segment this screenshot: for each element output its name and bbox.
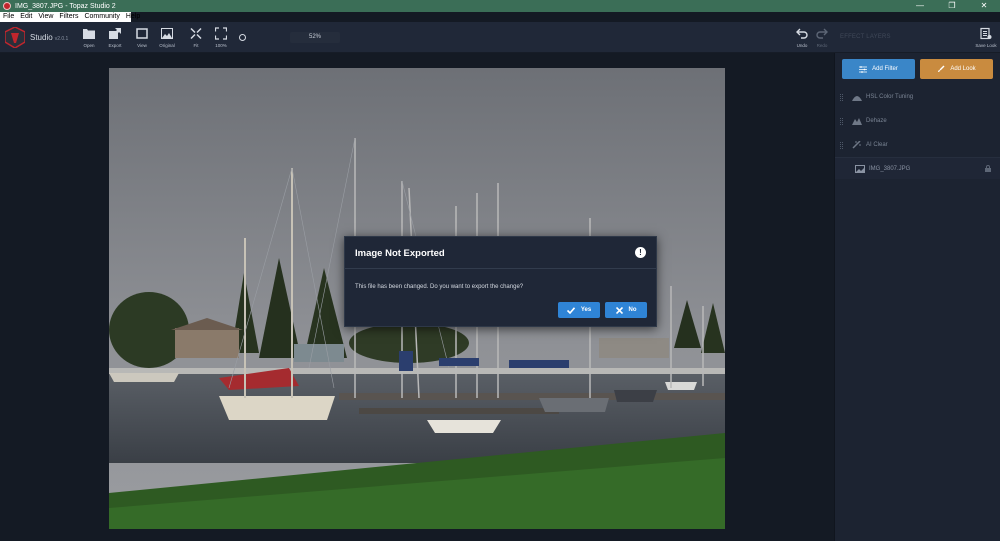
add-look-label: Add Look bbox=[950, 66, 976, 72]
window-controls: — ❐ ✕ bbox=[904, 0, 1000, 12]
close-icon bbox=[615, 306, 623, 314]
menu-bar: File Edit View Filters Community Help bbox=[0, 12, 140, 22]
export-confirm-dialog: Image Not Exported ! This file has been … bbox=[344, 236, 657, 327]
brush-icon bbox=[938, 65, 945, 72]
menu-filters[interactable]: Filters bbox=[56, 12, 81, 22]
original-image-icon bbox=[161, 28, 173, 39]
drag-handle-icon[interactable] bbox=[840, 141, 843, 149]
checkmark-icon bbox=[566, 306, 575, 314]
menu-view[interactable]: View bbox=[35, 12, 56, 22]
zoom-slider-handle[interactable] bbox=[239, 34, 246, 41]
redo-label: Redo bbox=[816, 43, 828, 48]
add-filter-label: Add Filter bbox=[872, 66, 898, 72]
save-look-label: Save Look bbox=[975, 43, 997, 48]
export-label: Export bbox=[108, 43, 122, 48]
close-button[interactable]: ✕ bbox=[968, 0, 1000, 12]
layer-ai-clear[interactable]: AI Clear bbox=[835, 134, 1000, 156]
layer-name: Dehaze bbox=[866, 118, 887, 124]
add-filter-button[interactable]: Add Filter bbox=[842, 59, 915, 79]
no-button[interactable]: No bbox=[605, 302, 647, 318]
dehaze-icon bbox=[852, 118, 862, 125]
info-icon: ! bbox=[635, 247, 646, 258]
save-look-button[interactable]: Save Look bbox=[973, 27, 999, 48]
layer-dehaze[interactable]: Dehaze bbox=[835, 110, 1000, 132]
menu-help[interactable]: Help bbox=[123, 12, 143, 22]
redo-button[interactable]: Redo bbox=[809, 27, 835, 48]
effect-layers-title: EFFECT LAYERS bbox=[840, 34, 891, 40]
version-label: v2.0.1 bbox=[54, 36, 69, 42]
app-icon bbox=[3, 2, 11, 10]
export-button[interactable]: Export bbox=[102, 27, 128, 48]
original-label: Original bbox=[159, 43, 175, 48]
hsl-icon bbox=[852, 96, 862, 101]
restore-button[interactable]: ❐ bbox=[936, 0, 968, 12]
open-label: Open bbox=[83, 43, 95, 48]
window-title: IMG_3807.JPG - Topaz Studio 2 bbox=[15, 2, 116, 10]
brand: Studio v2.0.1 bbox=[30, 33, 68, 42]
menu-community[interactable]: Community bbox=[81, 12, 122, 22]
save-look-icon bbox=[980, 27, 992, 40]
export-icon bbox=[109, 28, 121, 39]
view-icon bbox=[136, 28, 148, 39]
drag-handle-icon[interactable] bbox=[840, 93, 843, 101]
add-look-button[interactable]: Add Look bbox=[920, 59, 993, 79]
dialog-message: This file has been changed. Do you want … bbox=[355, 284, 524, 290]
layer-name: IMG_3807.JPG bbox=[869, 165, 911, 172]
image-icon bbox=[855, 164, 865, 173]
yes-label: Yes bbox=[580, 307, 592, 313]
original-button[interactable]: Original bbox=[154, 27, 180, 48]
zoom-percent[interactable]: 52% bbox=[290, 32, 340, 43]
fit-icon bbox=[190, 27, 202, 40]
title-bar: IMG_3807.JPG - Topaz Studio 2 — ❐ ✕ bbox=[0, 0, 1000, 12]
redo-icon bbox=[816, 28, 828, 39]
topaz-logo-icon bbox=[5, 27, 25, 48]
actual-size-icon bbox=[215, 27, 227, 40]
menu-file[interactable]: File bbox=[0, 12, 17, 22]
ai-clear-icon bbox=[852, 141, 861, 149]
layer-name: AI Clear bbox=[866, 142, 888, 148]
menu-edit[interactable]: Edit bbox=[17, 12, 35, 22]
layer-hsl-color-tuning[interactable]: HSL Color Tuning bbox=[835, 86, 1000, 108]
sliders-icon bbox=[859, 65, 868, 73]
lock-icon bbox=[985, 165, 991, 172]
folder-icon bbox=[83, 29, 95, 39]
actual-size-button[interactable]: 100% bbox=[208, 27, 234, 48]
fit-button[interactable]: Fit bbox=[183, 27, 209, 48]
view-label: View bbox=[137, 43, 147, 48]
undo-icon bbox=[796, 28, 808, 39]
dialog-title: Image Not Exported bbox=[355, 248, 445, 259]
drag-handle-icon[interactable] bbox=[840, 117, 843, 125]
no-label: No bbox=[628, 307, 637, 313]
brand-name: Studio bbox=[30, 33, 53, 42]
view-button[interactable]: View bbox=[129, 27, 155, 48]
actual-size-label: 100% bbox=[215, 43, 227, 48]
open-button[interactable]: Open bbox=[76, 27, 102, 48]
layer-name: HSL Color Tuning bbox=[866, 94, 914, 100]
fit-label: Fit bbox=[193, 43, 199, 48]
dialog-header: Image Not Exported ! bbox=[345, 237, 656, 269]
yes-button[interactable]: Yes bbox=[558, 302, 600, 318]
layer-base-image[interactable]: IMG_3807.JPG bbox=[835, 157, 1000, 179]
minimize-button[interactable]: — bbox=[904, 0, 936, 12]
